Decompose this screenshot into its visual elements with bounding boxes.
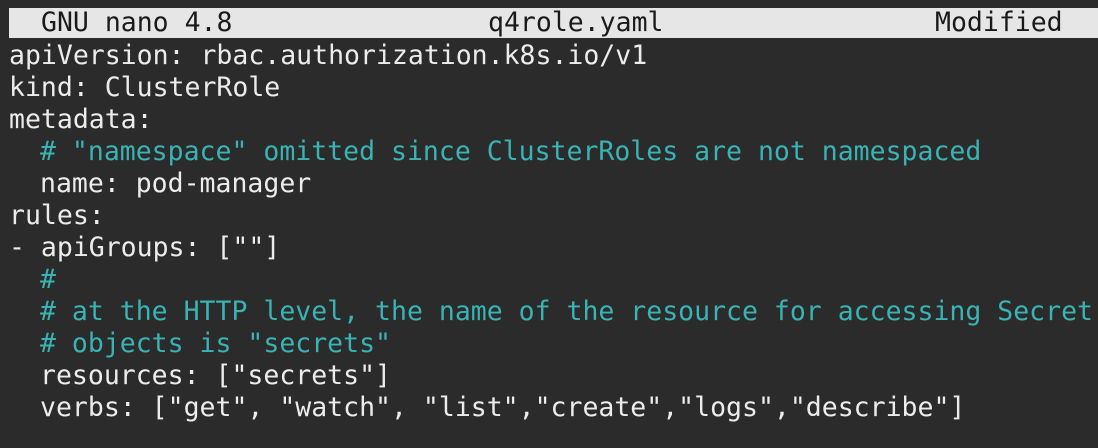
comment-text: # objects is "secrets" (40, 328, 391, 359)
comment-text: # (40, 264, 56, 295)
file-name: q4role.yaml (488, 7, 664, 38)
nano-title-bar: GNU nano 4.8 q4role.yaml Modified (9, 8, 1098, 38)
comment-text: # "namespace" omitted since ClusterRoles… (40, 136, 982, 167)
line-text: name: pod-manager (40, 168, 312, 199)
editor-line[interactable]: kind: ClusterRole (9, 72, 1098, 104)
line-text: - apiGroups: [""] (9, 232, 281, 263)
editor-line[interactable]: apiVersion: rbac.authorization.k8s.io/v1 (9, 40, 1098, 72)
editor-line[interactable]: rules: (9, 200, 1098, 232)
editor-line[interactable]: # objects is "secrets" (9, 328, 1098, 360)
line-text: kind: ClusterRole (9, 72, 281, 103)
editor-line[interactable]: # at the HTTP level, the name of the res… (9, 296, 1098, 328)
line-text: resources: ["secrets"] (40, 360, 391, 391)
editor-line[interactable]: - apiGroups: [""] (9, 232, 1098, 264)
modified-status: Modified (935, 7, 1063, 38)
app-name: GNU nano 4.8 (41, 7, 233, 38)
editor-line[interactable]: resources: ["secrets"] (9, 360, 1098, 392)
line-text: metadata: (9, 104, 153, 135)
line-text: rules: (9, 200, 105, 231)
line-text: verbs: ["get", "watch", "list","create",… (40, 392, 966, 423)
editor-line[interactable]: metadata: (9, 104, 1098, 136)
editor-buffer[interactable]: apiVersion: rbac.authorization.k8s.io/v1… (9, 40, 1098, 424)
editor-line[interactable]: # (9, 264, 1098, 296)
line-text: apiVersion: rbac.authorization.k8s.io/v1 (9, 40, 648, 71)
editor-line[interactable]: name: pod-manager (9, 168, 1098, 200)
editor-line[interactable]: # "namespace" omitted since ClusterRoles… (9, 136, 1098, 168)
editor-line[interactable]: verbs: ["get", "watch", "list","create",… (9, 392, 1098, 424)
comment-text: # at the HTTP level, the name of the res… (40, 296, 1093, 327)
